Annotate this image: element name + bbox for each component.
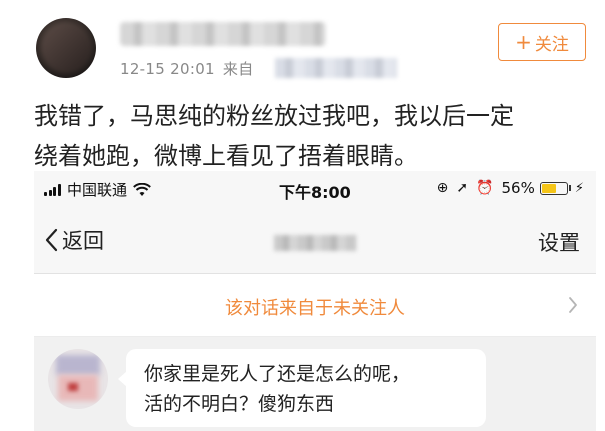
message-line-2: 活的不明白？傻狗东西 <box>144 393 335 415</box>
status-left: 中国联通 <box>44 179 151 200</box>
username-blurred[interactable] <box>120 22 326 46</box>
battery-fill <box>541 183 557 193</box>
chevron-left-icon <box>45 228 58 252</box>
alarm-icon: ⏰ <box>476 180 494 196</box>
status-time: 下午8:00 <box>279 183 351 202</box>
post-text: 我错了，马思纯的粉丝放过我吧，我以后一定 绕着她跑，微博上看见了捂着眼睛。 <box>34 96 594 176</box>
nav-bar: 返回 设置 <box>34 207 596 274</box>
post-meta: 12-15 20:01 来自 <box>120 58 254 79</box>
follow-button[interactable]: + 关注 <box>498 23 586 61</box>
post-timestamp: 12-15 20:01 <box>120 60 215 78</box>
message-bubble[interactable]: 你家里是死人了还是怎么的呢， 活的不明白？傻狗东西 <box>126 349 486 427</box>
status-right: ⊕ ➚ ⏰ 56% ⚡ <box>437 179 584 197</box>
follow-label: 关注 <box>534 34 569 55</box>
message-area: 你家里是死人了还是怎么的呢， 活的不明白？傻狗东西 <box>34 337 596 431</box>
stranger-notice-row[interactable]: 该对话来自于未关注人 <box>34 274 596 337</box>
embedded-screenshot: 中国联通 下午8:00 ⊕ ➚ ⏰ 56% ⚡ 返回 设置 该对话来自于未关注人… <box>34 171 596 431</box>
user-avatar[interactable] <box>36 18 96 78</box>
battery-percent: 56% <box>501 179 535 197</box>
post-source-prefix: 来自 <box>222 60 254 78</box>
carrier-name: 中国联通 <box>67 181 128 199</box>
signal-icon <box>44 183 62 196</box>
battery-cap <box>568 185 571 191</box>
nav-title-blurred <box>274 235 356 251</box>
battery-icon <box>539 181 568 195</box>
plus-icon: + <box>515 30 532 54</box>
post-source-blurred <box>275 58 397 78</box>
back-label: 返回 <box>62 229 104 253</box>
post-text-line-2: 绕着她跑，微博上看见了捂着眼睛。 <box>34 142 418 170</box>
sender-avatar[interactable] <box>48 349 108 409</box>
stranger-notice-text: 该对话来自于未关注人 <box>225 298 405 319</box>
charging-icon: ⚡ <box>574 180 584 196</box>
avatar-blur <box>42 24 90 72</box>
settings-button[interactable]: 设置 <box>538 227 580 257</box>
back-button[interactable]: 返回 <box>44 225 104 255</box>
chevron-right-icon <box>569 297 577 313</box>
status-bar: 中国联通 下午8:00 ⊕ ➚ ⏰ 56% ⚡ <box>34 171 596 207</box>
location-icon: ➚ <box>456 180 469 196</box>
wifi-icon <box>133 182 151 196</box>
lock-rotation-icon: ⊕ <box>436 180 449 196</box>
post-text-line-1: 我错了，马思纯的粉丝放过我吧，我以后一定 <box>34 102 514 130</box>
message-line-1: 你家里是死人了还是怎么的呢， <box>144 363 411 385</box>
